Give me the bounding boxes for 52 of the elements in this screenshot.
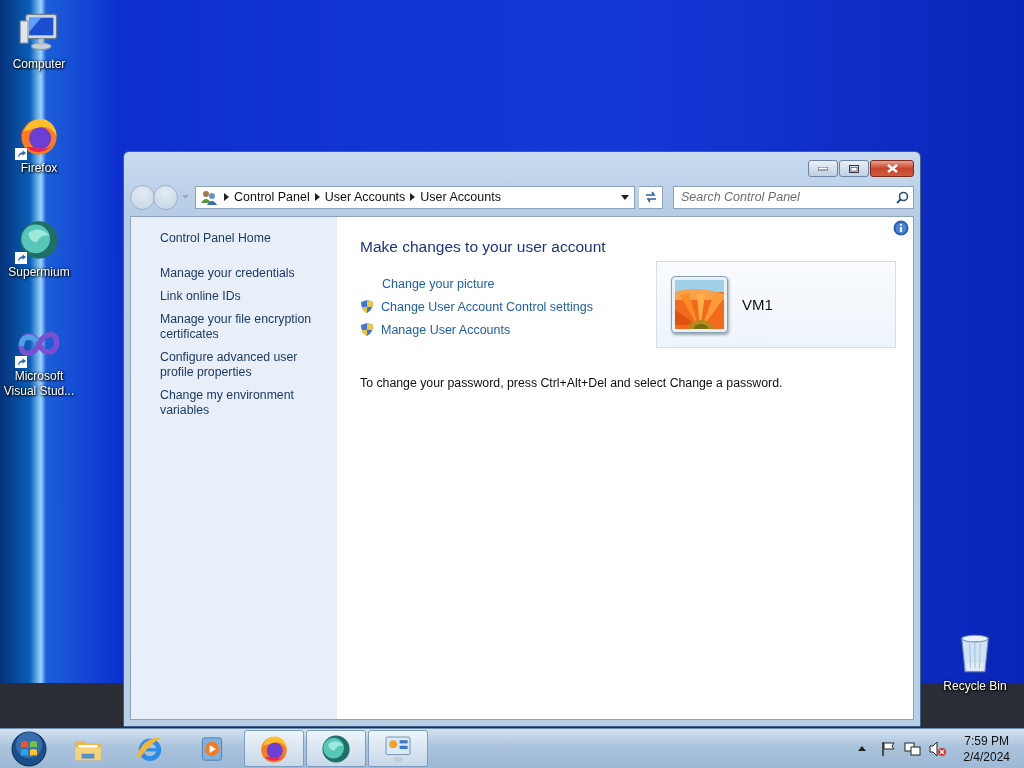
maximize-icon (849, 164, 859, 173)
password-hint: To change your password, press Ctrl+Alt+Del and select Change a password. (360, 376, 784, 390)
history-caret-icon (182, 194, 189, 200)
minimize-icon (818, 166, 828, 171)
caret-up-icon[interactable] (858, 746, 867, 751)
taskbar-button[interactable] (244, 730, 304, 767)
icon-label[interactable]: Recycle Bin (936, 679, 1014, 694)
breadcrumb-arrow-icon (410, 193, 416, 201)
task-link[interactable]: Manage User Accounts (381, 322, 511, 337)
icon-label[interactable]: Supermium (0, 265, 78, 280)
start-orb-icon[interactable] (10, 729, 48, 768)
help-icon[interactable] (893, 220, 909, 236)
clock-date: 2/4/2024 (963, 748, 1010, 765)
sidebar-link[interactable]: Configure advanced user profile properties (160, 350, 325, 380)
maximize-button[interactable] (839, 160, 869, 177)
close-button[interactable] (870, 160, 914, 177)
task-link[interactable]: Change your picture (382, 276, 495, 291)
breadcrumb-arrow-icon (224, 193, 229, 201)
sidebar-link[interactable]: Control Panel Home (160, 231, 325, 246)
sphere-icon (320, 732, 352, 765)
flag-icon[interactable] (880, 740, 897, 757)
shield-icon (360, 299, 374, 314)
taskbar-button[interactable] (368, 730, 428, 767)
breadcrumb-arrow-icon (314, 193, 320, 201)
icon-label[interactable]: Firefox (0, 161, 78, 176)
close-icon (886, 164, 898, 173)
caret-down-icon (621, 194, 629, 200)
clock[interactable]: 7:59 PM 2/4/2024 (963, 732, 1010, 765)
clock-time: 7:59 PM (964, 732, 1009, 749)
shield-icon (360, 322, 374, 337)
address-bar[interactable]: Control Panel User Accounts User Accounts (195, 185, 635, 209)
sphere-icon (17, 218, 61, 262)
network-icon[interactable] (904, 740, 922, 757)
refresh-arrows-icon (643, 190, 658, 204)
breadcrumb-item[interactable]: User Accounts (321, 186, 409, 208)
speaker-muted-icon[interactable] (929, 740, 948, 757)
icon-label[interactable]: Microsoft Visual Stud... (0, 369, 78, 399)
sidebar-link[interactable]: Link online IDs (160, 289, 325, 304)
page-heading: Make changes to your user account (360, 238, 607, 256)
search-icon (896, 190, 909, 204)
sidebar-link[interactable]: Manage your file encryption certificates (160, 312, 325, 342)
icon-label[interactable]: Computer (0, 57, 78, 72)
task-link[interactable]: Change User Account Control settings (381, 299, 593, 314)
sidebar-link[interactable]: Manage your credentials (160, 266, 325, 281)
breadcrumb-item[interactable]: Control Panel (231, 186, 313, 208)
account-name: VM1 (742, 296, 773, 313)
users-icon (200, 189, 218, 205)
search-field[interactable]: Search Control Panel (673, 185, 914, 209)
refresh-button[interactable] (639, 185, 663, 209)
sidebar-link[interactable]: Change my environment variables (160, 388, 325, 418)
breadcrumb-item[interactable]: User Accounts (417, 186, 504, 208)
taskbar-button[interactable] (306, 730, 366, 767)
